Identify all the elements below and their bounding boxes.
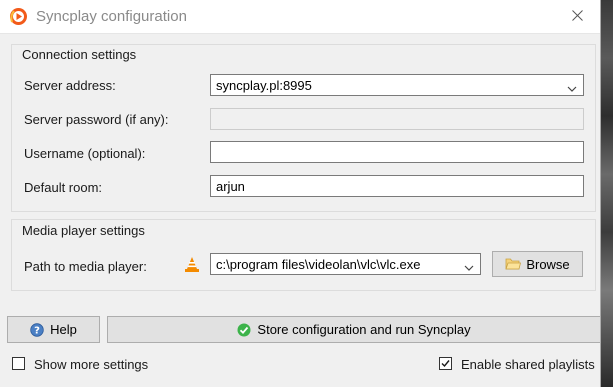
folder-icon <box>505 257 522 271</box>
server-password-field[interactable] <box>210 108 584 130</box>
default-room-field[interactable]: arjun <box>210 175 584 197</box>
help-label: Help <box>50 322 77 337</box>
checkmark-icon <box>237 323 251 337</box>
media-path-value: c:\program files\videolan\vlc\vlc.exe <box>216 257 421 272</box>
media-path-combo[interactable]: c:\program files\videolan\vlc\vlc.exe <box>210 253 481 275</box>
store-and-run-button[interactable]: Store configuration and run Syncplay <box>107 316 601 343</box>
chevron-down-icon <box>464 260 474 271</box>
close-button[interactable] <box>554 0 600 33</box>
desktop-background <box>601 0 613 387</box>
show-more-settings-option[interactable]: Show more settings <box>12 357 172 373</box>
help-icon: ? <box>30 322 44 337</box>
default-room-value: arjun <box>216 179 245 194</box>
server-password-label: Server password (if any): <box>24 112 169 127</box>
default-room-label: Default room: <box>24 180 103 195</box>
close-icon <box>571 8 583 26</box>
username-label: Username (optional): <box>24 146 146 161</box>
media-path-label: Path to media player: <box>24 259 147 274</box>
show-more-settings-label: Show more settings <box>34 357 149 372</box>
window-title: Syncplay configuration <box>36 8 187 25</box>
server-address-combo[interactable]: syncplay.pl:8995 <box>210 74 584 96</box>
media-player-settings-title: Media player settings <box>22 223 145 238</box>
shared-playlists-option[interactable]: Enable shared playlists <box>439 357 595 373</box>
browse-button[interactable]: Browse <box>492 251 583 277</box>
connection-settings-title: Connection settings <box>22 47 137 62</box>
title-bar: Syncplay configuration <box>0 0 600 34</box>
shared-playlists-checkbox[interactable] <box>439 357 452 370</box>
vlc-cone-icon <box>184 256 200 273</box>
config-window: Syncplay configuration Connection settin… <box>0 0 601 387</box>
svg-text:?: ? <box>34 325 40 336</box>
server-address-label: Server address: <box>24 78 116 93</box>
browse-label: Browse <box>526 256 570 272</box>
chevron-down-icon <box>567 81 577 92</box>
syncplay-logo-icon <box>9 7 28 26</box>
help-button[interactable]: ? Help <box>7 316 100 343</box>
store-and-run-label: Store configuration and run Syncplay <box>257 322 471 337</box>
username-field[interactable] <box>210 141 584 163</box>
shared-playlists-label: Enable shared playlists <box>461 357 595 372</box>
show-more-settings-checkbox[interactable] <box>12 357 25 370</box>
server-address-value: syncplay.pl:8995 <box>216 78 312 93</box>
